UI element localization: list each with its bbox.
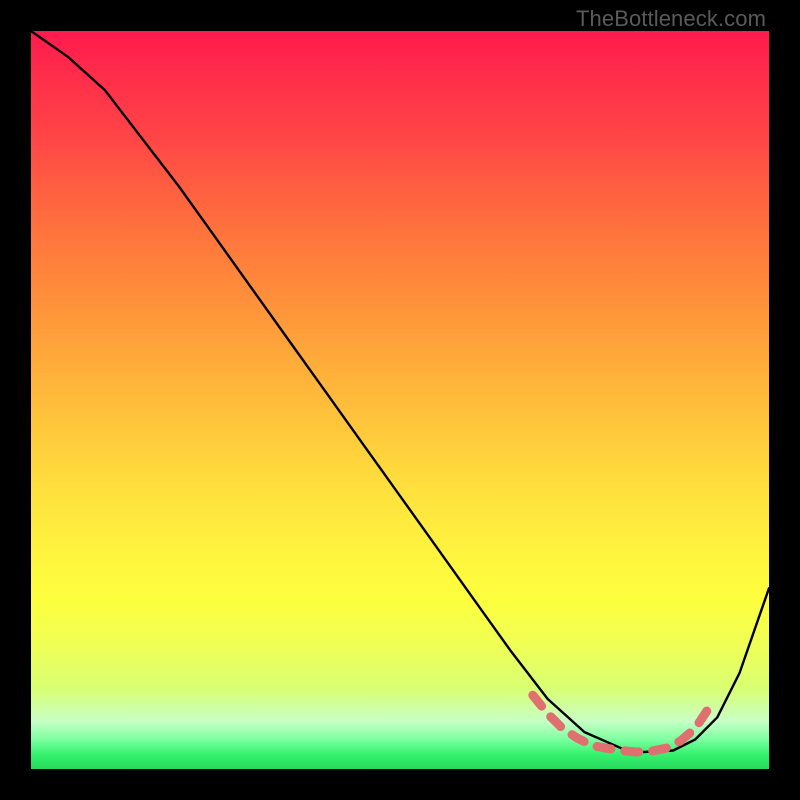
optimal-band-dash	[533, 695, 710, 752]
chart-canvas: TheBottleneck.com	[0, 0, 800, 800]
bottleneck-curve	[31, 31, 769, 752]
curve-layer	[31, 31, 769, 769]
plot-area	[31, 31, 769, 769]
watermark-text: TheBottleneck.com	[576, 6, 766, 32]
